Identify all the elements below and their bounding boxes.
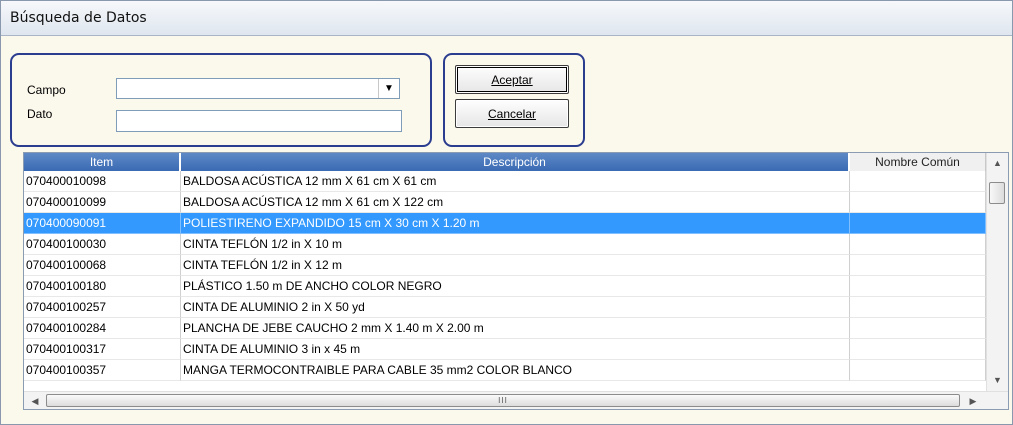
cell-descripcion: POLIESTIRENO EXPANDIDO 15 cm X 30 cm X 1… (181, 213, 850, 234)
scroll-right-icon[interactable]: ▶ (964, 392, 982, 409)
dato-input[interactable] (116, 110, 402, 132)
table-row[interactable]: 070400100068 CINTA TEFLÓN 1/2 in X 12 m (24, 255, 986, 276)
cell-nombre (850, 255, 986, 276)
cell-nombre (850, 213, 986, 234)
column-header-nombre-comun[interactable]: Nombre Común (850, 153, 986, 171)
cell-item: 070400100257 (24, 297, 181, 318)
cell-nombre (850, 297, 986, 318)
vertical-scrollbar[interactable]: ▲ ▼ (986, 153, 1008, 391)
cell-descripcion: PLÁSTICO 1.50 m DE ANCHO COLOR NEGRO (181, 276, 850, 297)
results-grid[interactable]: Item Descripción Nombre Común 0704000100… (23, 152, 1009, 410)
cell-descripcion: CINTA TEFLÓN 1/2 in X 10 m (181, 234, 850, 255)
cell-item: 070400100284 (24, 318, 181, 339)
scroll-down-icon[interactable]: ▼ (987, 371, 1008, 389)
cell-item: 070400100317 (24, 339, 181, 360)
horizontal-scroll-thumb[interactable]: III (46, 394, 960, 407)
cell-nombre (850, 276, 986, 297)
cell-item: 070400100068 (24, 255, 181, 276)
scroll-left-icon[interactable]: ◀ (26, 392, 44, 409)
table-row[interactable]: 070400090091 POLIESTIRENO EXPANDIDO 15 cm… (24, 213, 986, 234)
table-row[interactable]: 070400100284 PLANCHA DE JEBE CAUCHO 2 mm … (24, 318, 986, 339)
column-header-descripcion[interactable]: Descripción (181, 153, 850, 171)
search-dialog: Búsqueda de Datos Campo ▼ Dato Aceptar C… (0, 0, 1013, 425)
cell-descripcion: CINTA DE ALUMINIO 3 in x 45 m (181, 339, 850, 360)
window-title: Búsqueda de Datos (10, 10, 147, 26)
cell-descripcion: MANGA TERMOCONTRAIBLE PARA CABLE 35 mm2 … (181, 360, 850, 381)
accept-button[interactable]: Aceptar (455, 65, 569, 94)
campo-label: Campo (27, 83, 66, 97)
cell-nombre (850, 360, 986, 381)
cell-nombre (850, 318, 986, 339)
table-row[interactable]: 070400100030 CINTA TEFLÓN 1/2 in X 10 m (24, 234, 986, 255)
cell-descripcion: CINTA TEFLÓN 1/2 in X 12 m (181, 255, 850, 276)
cell-descripcion: PLANCHA DE JEBE CAUCHO 2 mm X 1.40 m X 2… (181, 318, 850, 339)
actions-group: Aceptar Cancelar (443, 53, 585, 147)
cell-nombre (850, 339, 986, 360)
cell-item: 070400100357 (24, 360, 181, 381)
cell-nombre (850, 234, 986, 255)
grid-header: Item Descripción Nombre Común (24, 153, 986, 171)
scroll-up-icon[interactable]: ▲ (987, 154, 1008, 172)
scroll-grip-icon: III (498, 396, 508, 405)
title-bar: Búsqueda de Datos (1, 1, 1012, 36)
table-row[interactable]: 070400100317 CINTA DE ALUMINIO 3 in x 45 … (24, 339, 986, 360)
dato-label: Dato (27, 107, 53, 121)
table-row[interactable]: 070400010098 BALDOSA ACÚSTICA 12 mm X 61 … (24, 171, 986, 192)
cell-item: 070400010098 (24, 171, 181, 192)
cell-descripcion: BALDOSA ACÚSTICA 12 mm X 61 cm X 122 cm (181, 192, 850, 213)
table-row[interactable]: 070400010099 BALDOSA ACÚSTICA 12 mm X 61 … (24, 192, 986, 213)
cell-item: 070400090091 (24, 213, 181, 234)
vertical-scroll-thumb[interactable] (989, 182, 1005, 204)
cell-descripcion: BALDOSA ACÚSTICA 12 mm X 61 cm X 61 cm (181, 171, 850, 192)
cell-item: 070400010099 (24, 192, 181, 213)
cell-descripcion: CINTA DE ALUMINIO 2 in X 50 yd (181, 297, 850, 318)
cell-nombre (850, 192, 986, 213)
table-row[interactable]: 070400100180 PLÁSTICO 1.50 m DE ANCHO COL… (24, 276, 986, 297)
search-criteria-group: Campo ▼ Dato (10, 53, 432, 147)
cell-nombre (850, 171, 986, 192)
cancel-button[interactable]: Cancelar (455, 99, 569, 128)
campo-select[interactable]: ▼ (116, 78, 400, 99)
table-row[interactable]: 070400100257 CINTA DE ALUMINIO 2 in X 50 … (24, 297, 986, 318)
column-header-item[interactable]: Item (24, 153, 181, 171)
cell-item: 070400100180 (24, 276, 181, 297)
table-row[interactable]: 070400100357 MANGA TERMOCONTRAIBLE PARA C… (24, 360, 986, 381)
cell-item: 070400100030 (24, 234, 181, 255)
chevron-down-icon[interactable]: ▼ (378, 79, 399, 98)
horizontal-scrollbar[interactable]: ◀ III ▶ (24, 391, 1008, 409)
